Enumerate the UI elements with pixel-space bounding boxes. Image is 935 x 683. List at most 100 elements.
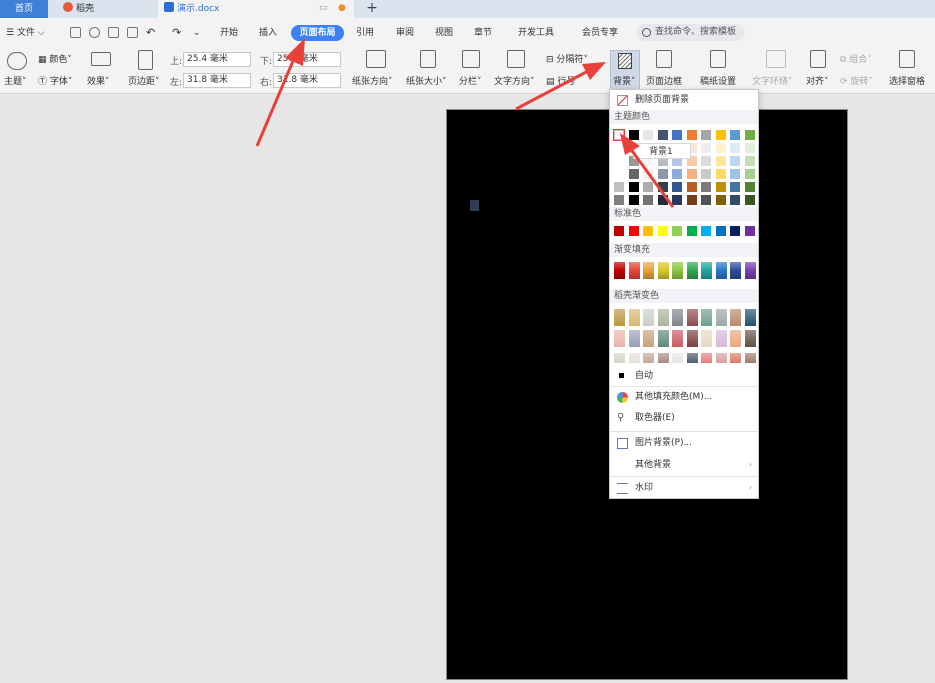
gradient-swatch[interactable]: [730, 262, 741, 279]
theme-color-swatch[interactable]: [657, 130, 668, 140]
line-number-button[interactable]: ▤ 行号: [546, 74, 575, 87]
rotate-button[interactable]: ⟳ 旋转˅: [840, 74, 873, 87]
tab-start[interactable]: 开始: [220, 25, 238, 41]
daoke-gradient-swatch[interactable]: [628, 353, 640, 363]
standard-color-swatch[interactable]: [672, 226, 682, 236]
theme-shade-swatch[interactable]: [686, 195, 697, 205]
gradient-swatch[interactable]: [715, 262, 727, 279]
paper-size-button[interactable]: 纸张大小˅: [406, 74, 447, 87]
theme-shade-swatch[interactable]: [744, 143, 755, 153]
daoke-gradient-swatch[interactable]: [614, 353, 625, 363]
theme-shade-swatch[interactable]: [672, 195, 682, 205]
daoke-gradient-swatch[interactable]: [628, 309, 640, 326]
theme-shade-swatch[interactable]: [643, 182, 653, 192]
selection-pane-button[interactable]: 选择窗格: [889, 74, 925, 87]
theme-shade-swatch[interactable]: [715, 195, 726, 205]
theme-shade-swatch[interactable]: [730, 182, 740, 192]
standard-color-swatch[interactable]: [744, 226, 755, 236]
theme-color-swatch[interactable]: [686, 130, 697, 140]
new-tab-button[interactable]: +: [364, 0, 380, 18]
manuscript-button[interactable]: 稿纸设置: [700, 74, 736, 87]
gradient-swatch[interactable]: [686, 262, 698, 279]
standard-color-swatch[interactable]: [715, 226, 726, 236]
tab-view[interactable]: 视图: [435, 25, 453, 41]
theme-shade-swatch[interactable]: [643, 169, 653, 179]
gradient-swatch[interactable]: [643, 262, 654, 279]
theme-shade-swatch[interactable]: [715, 156, 726, 166]
file-menu[interactable]: ☰ 文件 ⌵: [6, 25, 45, 41]
daoke-gradient-swatch[interactable]: [715, 309, 727, 326]
standard-color-swatch[interactable]: [686, 226, 697, 236]
standard-color-swatch[interactable]: [643, 226, 653, 236]
text-wrap-button[interactable]: 文字环绕˅: [752, 74, 793, 87]
theme-shade-swatch[interactable]: [701, 169, 711, 179]
theme-shade-swatch[interactable]: [744, 182, 755, 192]
gradient-swatch[interactable]: [657, 262, 669, 279]
orientation-button[interactable]: 纸张方向˅: [352, 74, 393, 87]
theme-shade-swatch[interactable]: [686, 169, 697, 179]
daoke-gradient-swatch[interactable]: [744, 330, 756, 347]
theme-shade-swatch[interactable]: [672, 182, 682, 192]
customize-toolbar-icon[interactable]: ⌄: [193, 25, 201, 41]
theme-shade-swatch[interactable]: [744, 195, 755, 205]
theme-shade-swatch[interactable]: [672, 169, 682, 179]
theme-color-swatch[interactable]: [744, 130, 755, 140]
daoke-gradient-swatch[interactable]: [672, 330, 683, 347]
daoke-gradient-swatch[interactable]: [657, 309, 669, 326]
daoke-gradient-swatch[interactable]: [614, 309, 625, 326]
tab-member[interactable]: 会员专享: [582, 25, 618, 41]
standard-color-swatch[interactable]: [614, 226, 624, 236]
text-direction-button[interactable]: 文字方向˅: [494, 74, 535, 87]
theme-shade-swatch[interactable]: [701, 143, 711, 153]
theme-shade-swatch[interactable]: [715, 182, 726, 192]
theme-color-swatch[interactable]: [628, 130, 639, 140]
fonts-button[interactable]: Ⓣ 字体˅: [38, 74, 72, 87]
watermark-item[interactable]: 水印 ›: [610, 478, 758, 498]
eyedropper-item[interactable]: ⚲ 取色器(E): [610, 408, 758, 428]
theme-shade-swatch[interactable]: [614, 143, 624, 153]
theme-shade-swatch[interactable]: [643, 195, 653, 205]
theme-shade-swatch[interactable]: [730, 169, 740, 179]
picture-background-item[interactable]: 图片背景(P)...: [610, 433, 758, 453]
daoke-gradient-swatch[interactable]: [701, 309, 712, 326]
theme-shade-swatch[interactable]: [730, 156, 740, 166]
daoke-gradient-swatch[interactable]: [643, 330, 654, 347]
theme-color-swatch[interactable]: [672, 130, 682, 140]
separator-button[interactable]: ⊟ 分隔符˅: [546, 52, 588, 65]
tab-home[interactable]: 首页: [0, 0, 48, 18]
print-icon[interactable]: [108, 27, 119, 38]
more-fill-colors-item[interactable]: 其他填充颜色(M)...: [610, 387, 758, 407]
theme-color-swatch[interactable]: [730, 130, 740, 140]
margin-top-field[interactable]: 25.4 毫米: [183, 52, 251, 67]
margin-right-field[interactable]: 31.8 毫米: [273, 73, 341, 88]
theme-shade-swatch[interactable]: [730, 195, 740, 205]
theme-shade-swatch[interactable]: [628, 169, 639, 179]
standard-color-swatch[interactable]: [628, 226, 639, 236]
margin-bottom-field[interactable]: 25.4 毫米: [273, 52, 341, 67]
theme-shade-swatch[interactable]: [628, 195, 639, 205]
gradient-swatch[interactable]: [744, 262, 756, 279]
standard-color-swatch[interactable]: [730, 226, 740, 236]
theme-shade-swatch[interactable]: [701, 156, 711, 166]
background-button[interactable]: 背景˅: [610, 50, 640, 90]
group-button[interactable]: ⧉ 组合˅: [840, 52, 872, 65]
tab-insert[interactable]: 插入: [259, 25, 277, 41]
margins-button[interactable]: 页边距˅: [128, 74, 160, 87]
tab-page-layout[interactable]: 页面布局: [291, 25, 344, 41]
redo-icon[interactable]: ↷: [172, 25, 181, 41]
theme-shade-swatch[interactable]: [744, 156, 755, 166]
theme-shade-swatch[interactable]: [730, 143, 740, 153]
daoke-gradient-swatch[interactable]: [701, 353, 712, 363]
tab-daoke[interactable]: 稻壳: [57, 0, 153, 18]
gradient-swatch[interactable]: [672, 262, 683, 279]
tab-chapter[interactable]: 章节: [474, 25, 492, 41]
daoke-gradient-swatch[interactable]: [657, 330, 669, 347]
theme-shade-swatch[interactable]: [686, 182, 697, 192]
theme-shade-swatch[interactable]: [701, 182, 711, 192]
daoke-gradient-swatch[interactable]: [744, 309, 756, 326]
gradient-swatch[interactable]: [701, 262, 712, 279]
daoke-gradient-swatch[interactable]: [614, 330, 625, 347]
theme-shade-swatch[interactable]: [701, 195, 711, 205]
daoke-gradient-swatch[interactable]: [657, 353, 669, 363]
undo-icon[interactable]: ↶: [146, 25, 155, 41]
